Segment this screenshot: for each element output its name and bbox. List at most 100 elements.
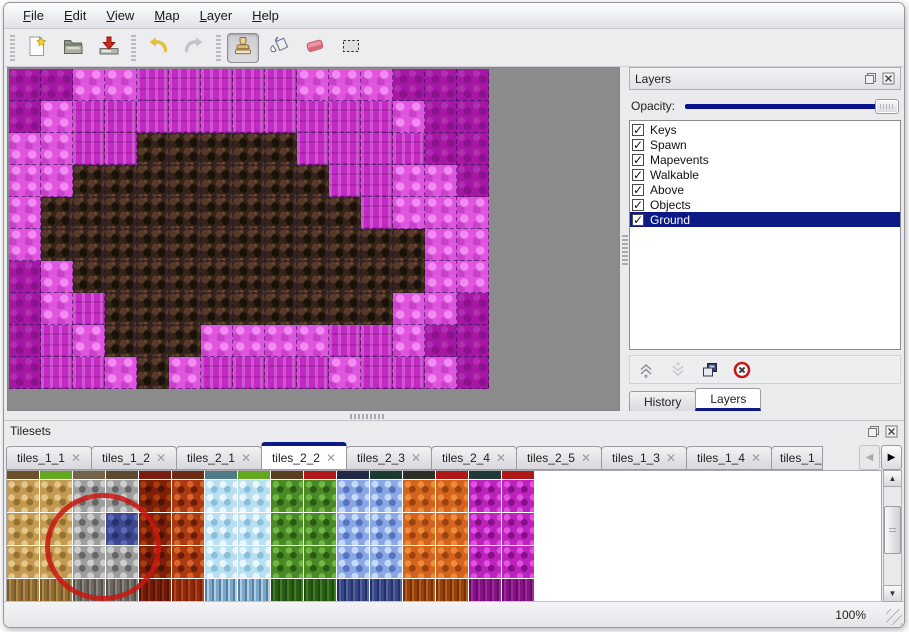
close-tab-icon[interactable]: ✕ (581, 451, 591, 465)
tileset-tab-tiles_1_2[interactable]: tiles_1_2✕ (91, 446, 177, 470)
map-canvas[interactable] (9, 69, 489, 389)
save-file-button[interactable] (93, 33, 125, 63)
tileset-tile[interactable] (502, 513, 534, 545)
horizontal-splitter[interactable] (4, 412, 904, 420)
menu-item-edit[interactable]: Edit (55, 5, 95, 26)
tileset-tile[interactable] (469, 513, 501, 545)
tileset-tab-tiles_1_4[interactable]: tiles_1_4✕ (686, 446, 772, 470)
tileset-tab-tiles_2_3[interactable]: tiles_2_3✕ (346, 446, 432, 470)
menu-item-help[interactable]: Help (243, 5, 288, 26)
close-tab-icon[interactable]: ✕ (411, 451, 421, 465)
opacity-slider-handle[interactable] (875, 99, 899, 114)
tileset-tile-waterfall[interactable] (304, 579, 336, 602)
tileset-tile-partial[interactable] (106, 471, 138, 479)
close-tab-icon[interactable]: ✕ (71, 451, 81, 465)
tileset-tile-waterfall[interactable] (205, 579, 237, 602)
layer-list[interactable]: ✓Keys✓Spawn✓Mapevents✓Walkable✓Above✓Obj… (629, 120, 901, 350)
tileset-tile-partial[interactable] (139, 471, 171, 479)
tileset-tile[interactable] (73, 480, 105, 512)
tileset-tile[interactable] (106, 546, 138, 578)
scroll-tabs-right-icon[interactable]: ▶ (881, 445, 902, 470)
select-tool-button[interactable] (335, 33, 367, 63)
duplicate-layer-icon[interactable] (700, 360, 720, 380)
tileset-tile[interactable] (205, 546, 237, 578)
tileset-tile[interactable] (403, 513, 435, 545)
layer-row-objects[interactable]: ✓Objects (630, 197, 900, 212)
tileset-tile-partial[interactable] (337, 471, 369, 479)
tileset-tile[interactable] (370, 480, 402, 512)
layer-row-keys[interactable]: ✓Keys (630, 122, 900, 137)
stamp-tool-button[interactable] (227, 33, 259, 63)
eraser-tool-button[interactable] (299, 33, 331, 63)
tileset-tile[interactable] (139, 480, 171, 512)
tileset-tile[interactable] (238, 546, 270, 578)
tileset-tile-partial[interactable] (502, 471, 534, 479)
tileset-tile-waterfall[interactable] (370, 579, 402, 602)
tileset-tile[interactable] (304, 480, 336, 512)
opacity-slider-track[interactable] (685, 104, 895, 109)
tileset-tab-tiles_1_[interactable]: tiles_1_ (771, 446, 823, 470)
layer-row-mapevents[interactable]: ✓Mapevents (630, 152, 900, 167)
undo-button[interactable] (142, 33, 174, 63)
tileset-tile-waterfall[interactable] (238, 579, 270, 602)
tileset-tile-partial[interactable] (238, 471, 270, 479)
panel-tab-layers[interactable]: Layers (695, 388, 761, 411)
scrollbar-track[interactable] (884, 486, 901, 586)
float-panel-icon[interactable] (866, 424, 880, 438)
tileset-tile[interactable] (40, 480, 72, 512)
toolbar-drag-handle[interactable] (215, 35, 222, 61)
layer-visibility-checkbox[interactable]: ✓ (632, 184, 644, 196)
layer-row-walkable[interactable]: ✓Walkable (630, 167, 900, 182)
layer-visibility-checkbox[interactable]: ✓ (632, 124, 644, 136)
open-file-button[interactable] (57, 33, 89, 63)
tileset-tile[interactable] (469, 546, 501, 578)
tileset-tab-tiles_2_2[interactable]: tiles_2_2✕ (261, 442, 347, 470)
tileset-tile-selected[interactable] (106, 513, 138, 545)
tileset-tile[interactable] (304, 546, 336, 578)
close-tab-icon[interactable]: ✕ (241, 451, 251, 465)
tileset-tile-waterfall[interactable] (337, 579, 369, 602)
tileset-tile[interactable] (73, 546, 105, 578)
close-tab-icon[interactable]: ✕ (751, 451, 761, 465)
close-tab-icon[interactable]: ✕ (156, 451, 166, 465)
close-tab-icon[interactable]: ✕ (326, 451, 336, 465)
tileset-tile[interactable] (139, 513, 171, 545)
layer-visibility-checkbox[interactable]: ✓ (632, 199, 644, 211)
map-view[interactable] (7, 67, 620, 411)
tileset-tile-partial[interactable] (436, 471, 468, 479)
close-tab-icon[interactable]: ✕ (666, 451, 676, 465)
tileset-tab-tiles_2_5[interactable]: tiles_2_5✕ (516, 446, 602, 470)
close-panel-icon[interactable] (884, 424, 898, 438)
tileset-view[interactable] (6, 470, 882, 602)
menu-item-map[interactable]: Map (145, 5, 188, 26)
tileset-tile[interactable] (502, 546, 534, 578)
tileset-tile-partial[interactable] (370, 471, 402, 479)
move-layer-down-icon[interactable] (668, 360, 688, 380)
tileset-tile[interactable] (271, 513, 303, 545)
tileset-tab-tiles_1_3[interactable]: tiles_1_3✕ (601, 446, 687, 470)
tileset-tile[interactable] (403, 546, 435, 578)
tileset-tile[interactable] (172, 480, 204, 512)
tileset-tile[interactable] (106, 480, 138, 512)
tileset-tile[interactable] (73, 513, 105, 545)
tileset-tile-partial[interactable] (172, 471, 204, 479)
move-layer-up-icon[interactable] (636, 360, 656, 380)
tileset-tab-tiles_1_1[interactable]: tiles_1_1✕ (6, 446, 92, 470)
tileset-tile-waterfall[interactable] (40, 579, 72, 602)
tileset-tile-waterfall[interactable] (106, 579, 138, 602)
resize-grip[interactable] (886, 609, 902, 625)
layer-visibility-checkbox[interactable]: ✓ (632, 139, 644, 151)
tileset-tile[interactable] (7, 513, 39, 545)
tileset-tile[interactable] (7, 546, 39, 578)
close-tab-icon[interactable]: ✕ (496, 451, 506, 465)
tileset-tile[interactable] (40, 513, 72, 545)
float-panel-icon[interactable] (863, 72, 877, 86)
tileset-tile[interactable] (436, 480, 468, 512)
fill-tool-button[interactable] (263, 33, 295, 63)
scroll-up-icon[interactable]: ▲ (883, 470, 902, 487)
redo-button[interactable] (178, 33, 210, 63)
tileset-tile[interactable] (304, 513, 336, 545)
tileset-tile[interactable] (370, 513, 402, 545)
tileset-tile[interactable] (469, 480, 501, 512)
tileset-tile[interactable] (139, 546, 171, 578)
